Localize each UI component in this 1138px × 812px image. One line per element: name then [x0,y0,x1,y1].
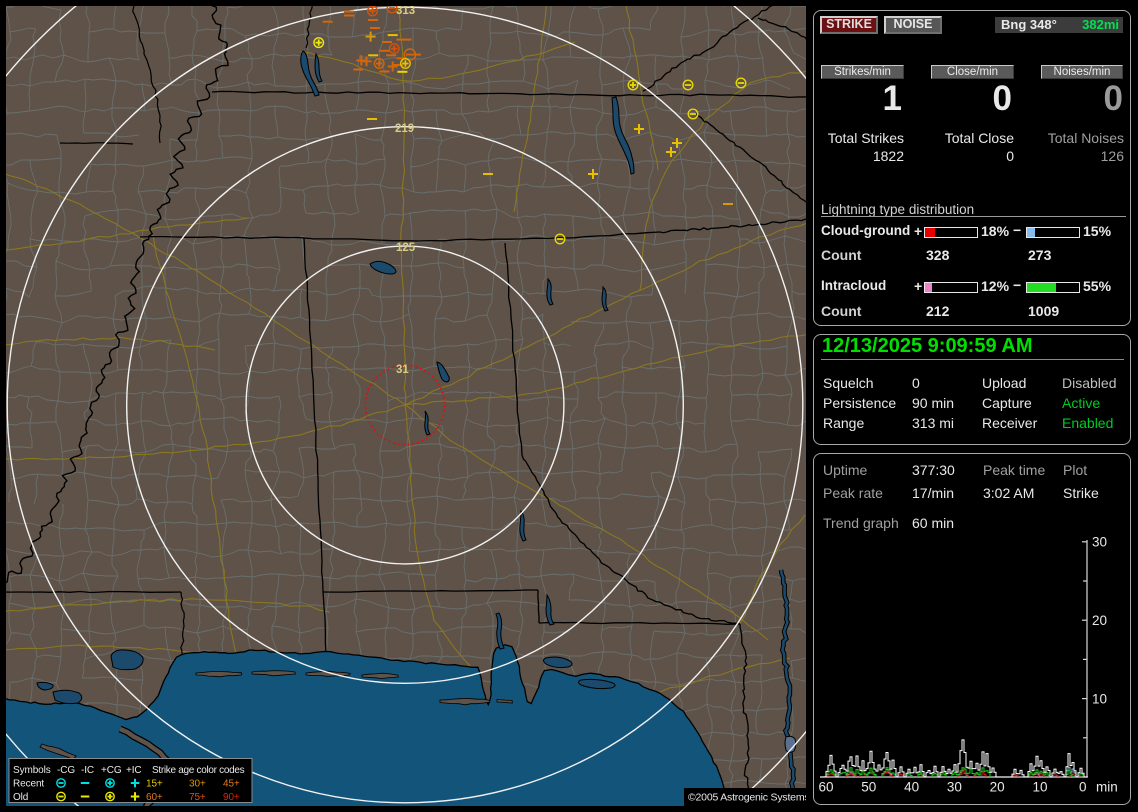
svg-text:75+: 75+ [189,792,206,803]
svg-text:15+: 15+ [146,779,163,790]
svg-text:0: 0 [1079,780,1087,795]
svg-text:50: 50 [861,780,876,795]
svg-text:10: 10 [1032,780,1047,795]
svg-text:10: 10 [1092,691,1107,706]
svg-text:Old: Old [13,792,28,803]
svg-text:20: 20 [990,780,1005,795]
svg-text:30: 30 [947,780,962,795]
svg-text:Symbols: Symbols [13,765,51,776]
svg-text:20: 20 [1092,613,1107,628]
svg-text:-IC: -IC [81,765,94,776]
svg-text:Recent: Recent [13,779,44,790]
svg-text:60+: 60+ [146,792,163,803]
svg-text:©2005 Astrogenic Systems: ©2005 Astrogenic Systems [688,792,809,804]
svg-text:+IC: +IC [126,765,142,776]
svg-text:219: 219 [395,123,414,135]
svg-text:30: 30 [1092,535,1107,550]
svg-text:45+: 45+ [223,779,240,790]
svg-text:Strike age color codes: Strike age color codes [152,765,245,776]
svg-text:-CG: -CG [57,765,75,776]
svg-text:30+: 30+ [189,779,206,790]
svg-text:min: min [1096,780,1118,795]
svg-text:313: 313 [396,5,415,17]
svg-text:90+: 90+ [223,792,240,803]
svg-text:60: 60 [818,780,833,795]
svg-text:+CG: +CG [101,765,122,776]
svg-text:31: 31 [396,364,409,376]
svg-text:125: 125 [396,242,416,254]
svg-text:40: 40 [904,780,919,795]
